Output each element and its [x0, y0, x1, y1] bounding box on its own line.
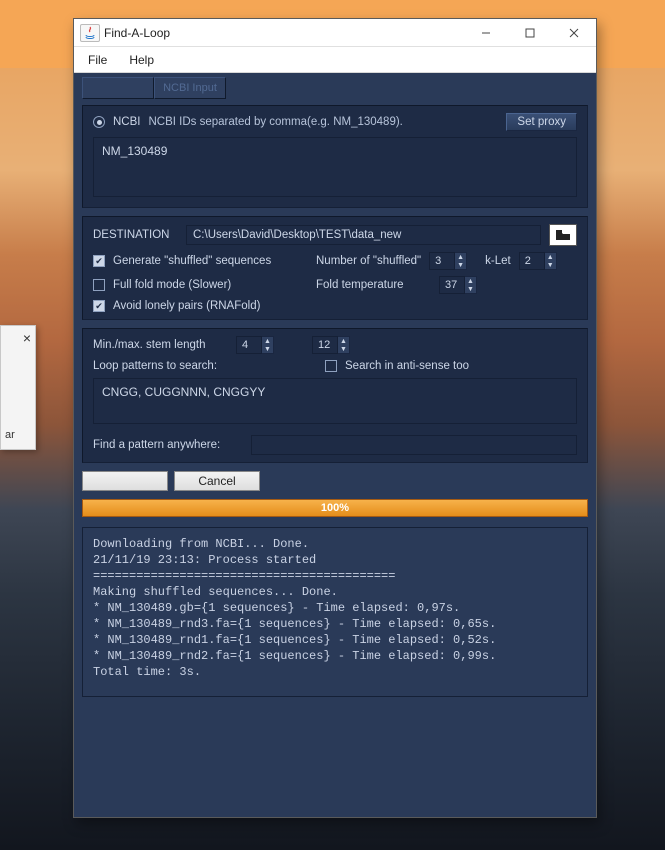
chevron-down-icon[interactable]: ▼: [465, 285, 476, 293]
set-proxy-button[interactable]: Set proxy: [506, 113, 577, 131]
destination-label: DESTINATION: [93, 229, 178, 241]
find-anywhere-input[interactable]: [251, 435, 577, 455]
cancel-button[interactable]: Cancel: [174, 471, 260, 491]
generate-shuffled-checkbox[interactable]: [93, 255, 105, 267]
titlebar: Find-A-Loop: [74, 19, 596, 47]
tab-row: NCBI Input: [82, 77, 588, 99]
avoid-lonely-checkbox[interactable]: [93, 300, 105, 312]
close-button[interactable]: [552, 19, 596, 47]
progress-bar: 100%: [82, 499, 588, 517]
menu-file[interactable]: File: [80, 50, 115, 70]
chevron-down-icon[interactable]: ▼: [338, 345, 349, 353]
chevron-up-icon[interactable]: ▲: [262, 337, 273, 345]
stem-max-spinner[interactable]: 12 ▲▼: [312, 336, 350, 354]
anti-sense-checkbox[interactable]: [325, 360, 337, 372]
minimize-button[interactable]: [464, 19, 508, 47]
avoid-lonely-label: Avoid lonely pairs (RNAFold): [113, 300, 260, 312]
loop-patterns-label: Loop patterns to search:: [93, 360, 317, 372]
tab-ncbi-input[interactable]: NCBI Input: [154, 77, 226, 99]
progress-label: 100%: [321, 502, 349, 514]
tab-blank[interactable]: [82, 77, 154, 99]
app-window: Find-A-Loop File Help NCBI Input NCBI NC…: [73, 18, 597, 818]
menu-help[interactable]: Help: [121, 50, 162, 70]
window-title: Find-A-Loop: [104, 26, 464, 40]
generate-shuffled-label: Generate "shuffled" sequences: [113, 255, 308, 267]
stem-section: Min./max. stem length 4 ▲▼ 12 ▲▼ Loop pa…: [82, 328, 588, 463]
klet-spinner[interactable]: 2 ▲▼: [519, 252, 557, 270]
background-popup: × ar: [0, 325, 36, 450]
menubar: File Help: [74, 47, 596, 73]
chevron-up-icon[interactable]: ▲: [338, 337, 349, 345]
log-output[interactable]: Downloading from NCBI... Done. 21/11/19 …: [82, 527, 588, 697]
fold-temp-spinner[interactable]: 37 ▲▼: [439, 276, 477, 294]
chevron-down-icon[interactable]: ▼: [545, 261, 556, 269]
ncbi-hint: NCBI IDs separated by comma(e.g. NM_1304…: [148, 116, 498, 128]
chevron-up-icon[interactable]: ▲: [465, 277, 476, 285]
stem-min-spinner[interactable]: 4 ▲▼: [236, 336, 274, 354]
anti-sense-label: Search in anti-sense too: [345, 360, 469, 372]
destination-section: DESTINATION Generate "shuffled" sequence…: [82, 216, 588, 320]
find-anywhere-label: Find a pattern anywhere:: [93, 439, 243, 451]
maximize-button[interactable]: [508, 19, 552, 47]
number-shuffled-label: Number of "shuffled": [316, 255, 421, 267]
full-fold-label: Full fold mode (Slower): [113, 279, 308, 291]
browse-folder-button[interactable]: [549, 224, 577, 246]
chevron-down-icon[interactable]: ▼: [262, 345, 273, 353]
ncbi-label: NCBI: [113, 116, 140, 128]
klet-label: k-Let: [485, 255, 511, 267]
fold-temp-label: Fold temperature: [316, 279, 431, 291]
java-icon: [80, 24, 100, 42]
close-icon[interactable]: ×: [23, 330, 31, 346]
loop-patterns-input[interactable]: [93, 378, 577, 424]
folder-icon: [555, 229, 571, 241]
chevron-down-icon[interactable]: ▼: [455, 261, 466, 269]
source-section: NCBI NCBI IDs separated by comma(e.g. NM…: [82, 105, 588, 208]
number-shuffled-spinner[interactable]: 3 ▲▼: [429, 252, 467, 270]
run-button[interactable]: [82, 471, 168, 491]
client-area: NCBI Input NCBI NCBI IDs separated by co…: [74, 73, 596, 817]
chevron-up-icon[interactable]: ▲: [545, 253, 556, 261]
ncbi-radio[interactable]: [93, 116, 105, 128]
destination-path-input[interactable]: [186, 225, 541, 245]
control-bar: Cancel: [82, 471, 588, 491]
ncbi-ids-input[interactable]: [93, 137, 577, 197]
background-popup-label: ar: [5, 429, 15, 441]
stem-length-label: Min./max. stem length: [93, 339, 228, 351]
full-fold-checkbox[interactable]: [93, 279, 105, 291]
chevron-up-icon[interactable]: ▲: [455, 253, 466, 261]
